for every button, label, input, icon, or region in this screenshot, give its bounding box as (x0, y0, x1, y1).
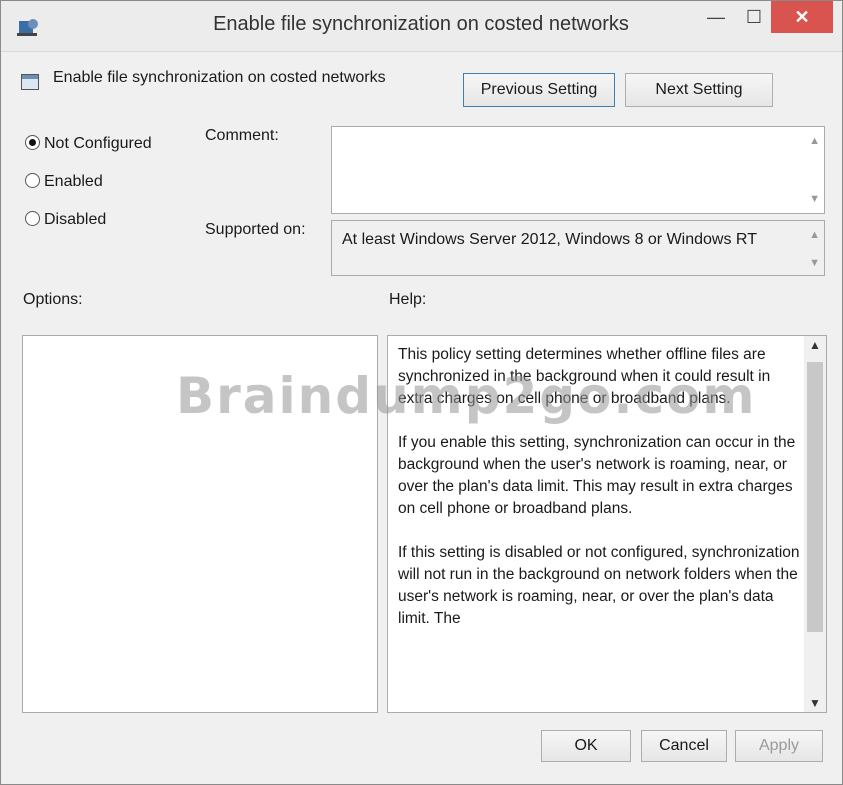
radio-label: Disabled (44, 211, 107, 228)
previous-setting-button[interactable]: Previous Setting (463, 73, 615, 107)
help-paragraph: If this setting is disabled or not confi… (398, 544, 800, 627)
radio-indicator[interactable] (25, 135, 40, 150)
policy-setting-icon (21, 74, 39, 90)
supported-on-value: At least Windows Server 2012, Windows 8 … (342, 231, 757, 248)
scroll-down-icon[interactable]: ▼ (809, 257, 820, 269)
watermark: Braindump2go.com (176, 367, 757, 425)
help-paragraph: If you enable this setting, synchronizat… (398, 434, 796, 517)
close-button[interactable]: ✕ (771, 1, 833, 33)
comment-field[interactable]: ▲ ▼ (331, 126, 825, 214)
scroll-up-icon[interactable]: ▲ (809, 229, 820, 241)
scroll-down-icon[interactable]: ▼ (804, 696, 826, 710)
comment-label: Comment: (205, 127, 279, 144)
window-title: Enable file synchronization on costed ne… (213, 13, 629, 35)
radio-indicator[interactable] (25, 173, 40, 188)
radio-label: Enabled (44, 173, 103, 190)
maximize-button[interactable]: ☐ (735, 1, 773, 33)
radio-label: Not Configured (44, 135, 152, 152)
radio-enabled[interactable]: Enabled (25, 173, 103, 191)
scroll-up-icon[interactable]: ▲ (809, 135, 820, 147)
help-scrollbar[interactable]: ▲ ▼ (804, 336, 826, 712)
policy-dialog: Enable file synchronization on costed ne… (0, 0, 843, 785)
supported-on-label: Supported on: (205, 221, 306, 238)
scroll-up-icon[interactable]: ▲ (804, 338, 826, 352)
next-setting-button[interactable]: Next Setting (625, 73, 773, 107)
radio-not-configured[interactable]: Not Configured (25, 135, 152, 153)
policy-name: Enable file synchronization on costed ne… (53, 69, 386, 86)
radio-indicator[interactable] (25, 211, 40, 226)
scroll-down-icon[interactable]: ▼ (809, 193, 820, 205)
cancel-button[interactable]: Cancel (641, 730, 727, 762)
help-label: Help: (389, 291, 427, 308)
supported-on-field: At least Windows Server 2012, Windows 8 … (331, 220, 825, 276)
title-bar[interactable]: Enable file synchronization on costed ne… (1, 1, 842, 52)
apply-button[interactable]: Apply (735, 730, 823, 762)
ok-button[interactable]: OK (541, 730, 631, 762)
scroll-thumb[interactable] (807, 362, 823, 632)
radio-disabled[interactable]: Disabled (25, 211, 106, 229)
options-label: Options: (23, 291, 83, 308)
minimize-button[interactable]: — (697, 1, 735, 33)
app-policy-icon (17, 19, 38, 36)
